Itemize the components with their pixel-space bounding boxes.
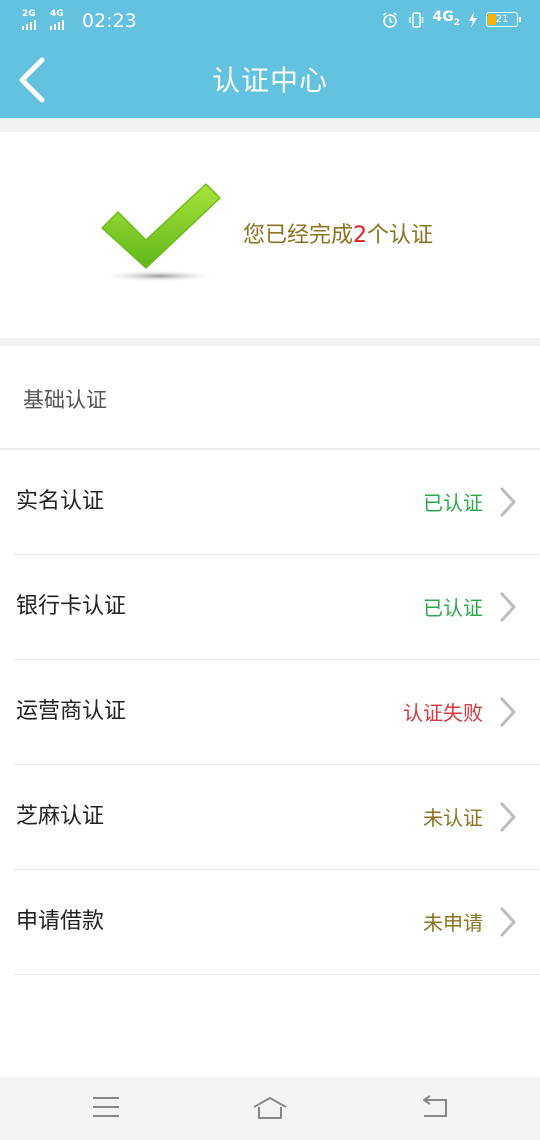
nav-bar: 认证中心 <box>0 44 540 118</box>
checkmark-icon <box>99 183 221 282</box>
status-text: 已认证 <box>423 491 483 515</box>
status-right: 4G2 21 <box>381 10 521 30</box>
status-text: 未申请 <box>423 911 483 935</box>
chevron-right-icon <box>500 697 516 727</box>
network-4g-right: 4G2 <box>433 10 461 30</box>
list-item-label: 申请借款 <box>16 909 105 934</box>
chevron-right-icon <box>500 487 516 517</box>
system-nav-bar <box>0 1077 540 1140</box>
status-text: 认证失败 <box>403 701 483 725</box>
status-bar: 2G 4G 02:23 4G2 21 <box>0 0 540 44</box>
completion-message: 您已经完成2个认证 <box>243 222 433 250</box>
vibrate-icon <box>408 12 423 28</box>
list-item-loan-application[interactable]: 申请借款 未申请 <box>14 870 540 975</box>
section-title: 基础认证 <box>23 388 107 412</box>
completion-summary: 您已经完成2个认证 <box>0 132 540 338</box>
signal-4g-icon: 4G <box>50 10 72 32</box>
completion-count: 2 <box>353 223 368 248</box>
battery-icon: 21 <box>486 12 521 28</box>
clock: 02:23 <box>82 10 137 32</box>
completion-text-after: 个认证 <box>367 223 434 248</box>
menu-icon[interactable] <box>92 1095 120 1119</box>
chevron-right-icon <box>500 802 516 832</box>
divider <box>0 118 540 132</box>
list-item-real-name[interactable]: 实名认证 已认证 <box>14 450 540 555</box>
status-text: 已认证 <box>423 596 483 620</box>
home-icon[interactable] <box>252 1095 288 1121</box>
back-nav-icon[interactable] <box>420 1095 448 1119</box>
network-2g-label: 2G <box>22 9 36 19</box>
list-item-bank-card[interactable]: 银行卡认证 已认证 <box>14 555 540 660</box>
alarm-icon <box>382 12 397 28</box>
network-4g-right-sub: 2 <box>453 17 460 28</box>
list-item-sesame[interactable]: 芝麻认证 未认证 <box>14 765 540 870</box>
network-4g-label: 4G <box>50 9 64 19</box>
status-text: 未认证 <box>423 806 483 830</box>
divider <box>0 338 540 346</box>
list-item-label: 银行卡认证 <box>16 594 127 619</box>
chevron-right-icon <box>500 592 516 622</box>
list-item-label: 实名认证 <box>16 489 105 514</box>
page-title: 认证中心 <box>211 64 328 97</box>
list-item-label: 运营商认证 <box>16 699 127 724</box>
verification-list: 实名认证 已认证 银行卡认证 已认证 运营商认证 认证失败 芝麻认证 未认证 申… <box>0 450 540 975</box>
list-item-label: 芝麻认证 <box>16 804 105 829</box>
section-header: 基础认证 <box>0 346 540 450</box>
completion-text-before: 您已经完成 <box>243 223 354 248</box>
battery-level: 21 <box>495 14 509 26</box>
list-item-carrier[interactable]: 运营商认证 认证失败 <box>14 660 540 765</box>
network-4g-right-label: 4G <box>432 9 454 25</box>
chevron-right-icon <box>500 907 516 937</box>
charging-icon <box>469 11 477 28</box>
signal-2g-icon: 2G <box>22 10 44 32</box>
status-left: 2G 4G 02:23 <box>22 9 137 33</box>
